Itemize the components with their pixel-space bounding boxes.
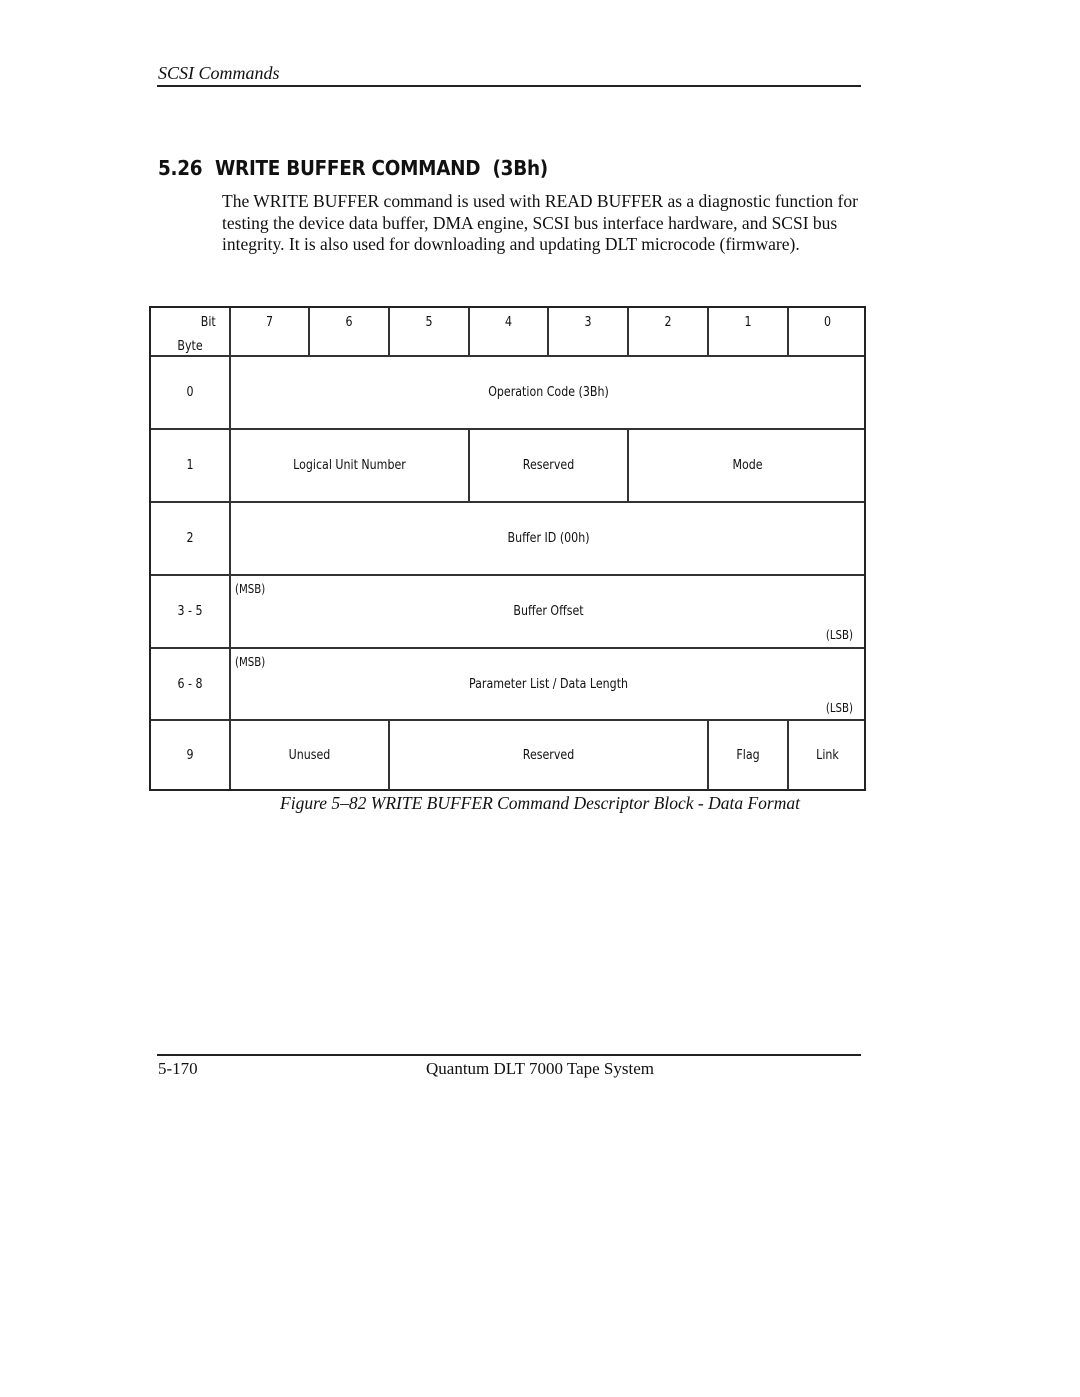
logical-unit-number-field: Logical Unit Number	[293, 458, 406, 473]
unused-field: Unused	[288, 747, 331, 763]
bit-header: 7	[265, 314, 274, 330]
running-head: SCSI Commands	[158, 63, 280, 83]
byte-label: 2	[186, 531, 194, 546]
intro-paragraph: The WRITE BUFFER command is used with RE…	[222, 191, 858, 254]
corner-byte-label: Byte	[177, 338, 203, 354]
header-rule	[157, 85, 861, 87]
link-field: Link	[816, 747, 839, 763]
msb-label: (MSB)	[235, 655, 266, 669]
figure-caption: Figure 5–82 WRITE BUFFER Command Descrip…	[280, 793, 800, 813]
byte-label: 0	[186, 385, 194, 400]
mode-field: Mode	[732, 458, 763, 473]
bit-header: 6	[345, 314, 353, 330]
reserved-field: Reserved	[522, 458, 575, 473]
bit-header: 4	[504, 314, 513, 330]
byte-label: 9	[186, 747, 194, 763]
byte-label: 1	[186, 458, 194, 473]
byte-label: 3 - 5	[177, 604, 203, 619]
byte-label: 6 - 8	[177, 676, 203, 692]
reserved-field: Reserved	[522, 747, 575, 763]
bit-header: 5	[425, 314, 433, 330]
buffer-id-field: Buffer ID (00h)	[507, 531, 590, 546]
section-number: 5.26	[158, 156, 203, 180]
footer-title: Quantum DLT 7000 Tape System	[426, 1059, 654, 1078]
buffer-offset-field: Buffer Offset	[513, 604, 584, 619]
cdb-table: Bit Byte 7 6 5 4 3 2 1 0 0 Operation Cod…	[149, 306, 866, 791]
bit-header: 1	[744, 314, 752, 330]
lsb-label: (LSB)	[825, 701, 853, 715]
section-heading: WRITE BUFFER COMMAND (3Bh)	[215, 156, 548, 180]
flag-field: Flag	[736, 747, 760, 763]
bit-header: 2	[664, 314, 672, 330]
footer-rule	[157, 1054, 861, 1056]
operation-code-field: Operation Code (3Bh)	[488, 385, 609, 400]
bit-header: 0	[823, 314, 832, 330]
lsb-label: (LSB)	[825, 628, 853, 642]
bit-header: 3	[584, 314, 592, 330]
section-title: 5.26 WRITE BUFFER COMMAND (3Bh)	[158, 156, 548, 180]
msb-label: (MSB)	[235, 582, 266, 596]
parameter-list-length-field: Parameter List / Data Length	[468, 676, 629, 692]
corner-bit-label: Bit	[200, 314, 216, 330]
